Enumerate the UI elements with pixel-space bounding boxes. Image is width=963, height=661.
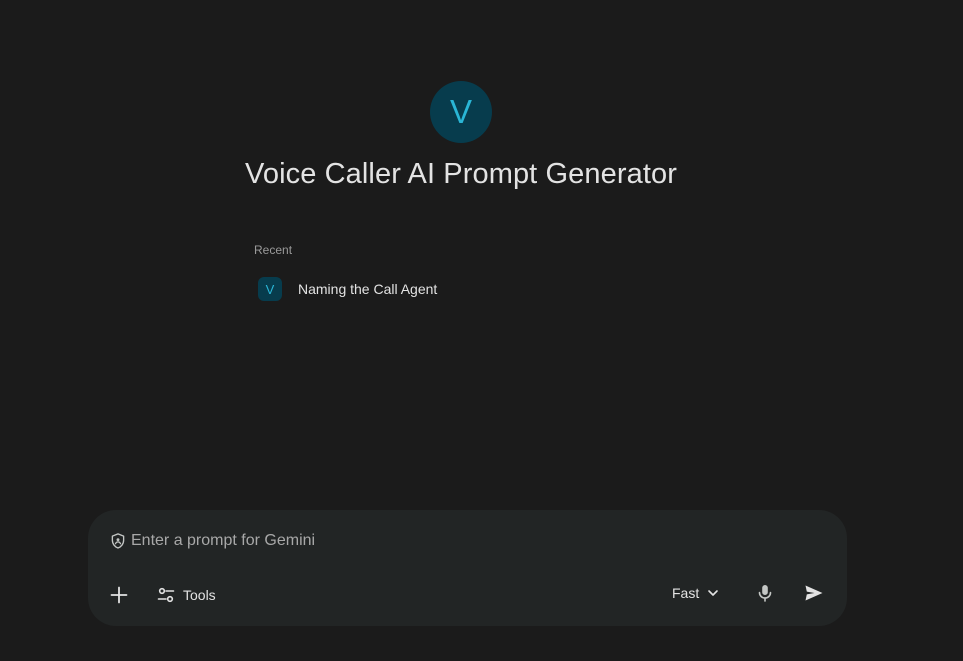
recent-chat-item[interactable]: V Naming the Call Agent <box>250 272 510 306</box>
recent-chat-title: Naming the Call Agent <box>298 281 438 297</box>
recent-chat-avatar: V <box>258 277 282 301</box>
send-button[interactable] <box>802 581 826 605</box>
prompt-input[interactable] <box>131 532 691 550</box>
model-label: Fast <box>672 585 700 601</box>
mic-icon <box>758 585 772 602</box>
prompt-row <box>109 532 691 550</box>
prompt-composer: Tools Fast <box>88 510 847 626</box>
send-icon <box>805 585 823 601</box>
gem-home-page: V Voice Caller AI Prompt Generator Recen… <box>0 0 963 661</box>
gem-avatar: V <box>430 81 492 143</box>
microphone-button[interactable] <box>754 582 776 604</box>
model-selector[interactable]: Fast <box>672 582 719 604</box>
tools-button[interactable]: Tools <box>156 582 216 608</box>
tune-icon <box>157 587 175 603</box>
chevron-down-icon <box>708 590 719 596</box>
tools-label: Tools <box>183 587 216 603</box>
recent-section-label: Recent <box>254 243 293 257</box>
shield-icon <box>111 533 125 549</box>
add-button[interactable] <box>106 582 132 608</box>
plus-icon <box>110 586 128 604</box>
gem-title: Voice Caller AI Prompt Generator <box>245 158 677 190</box>
